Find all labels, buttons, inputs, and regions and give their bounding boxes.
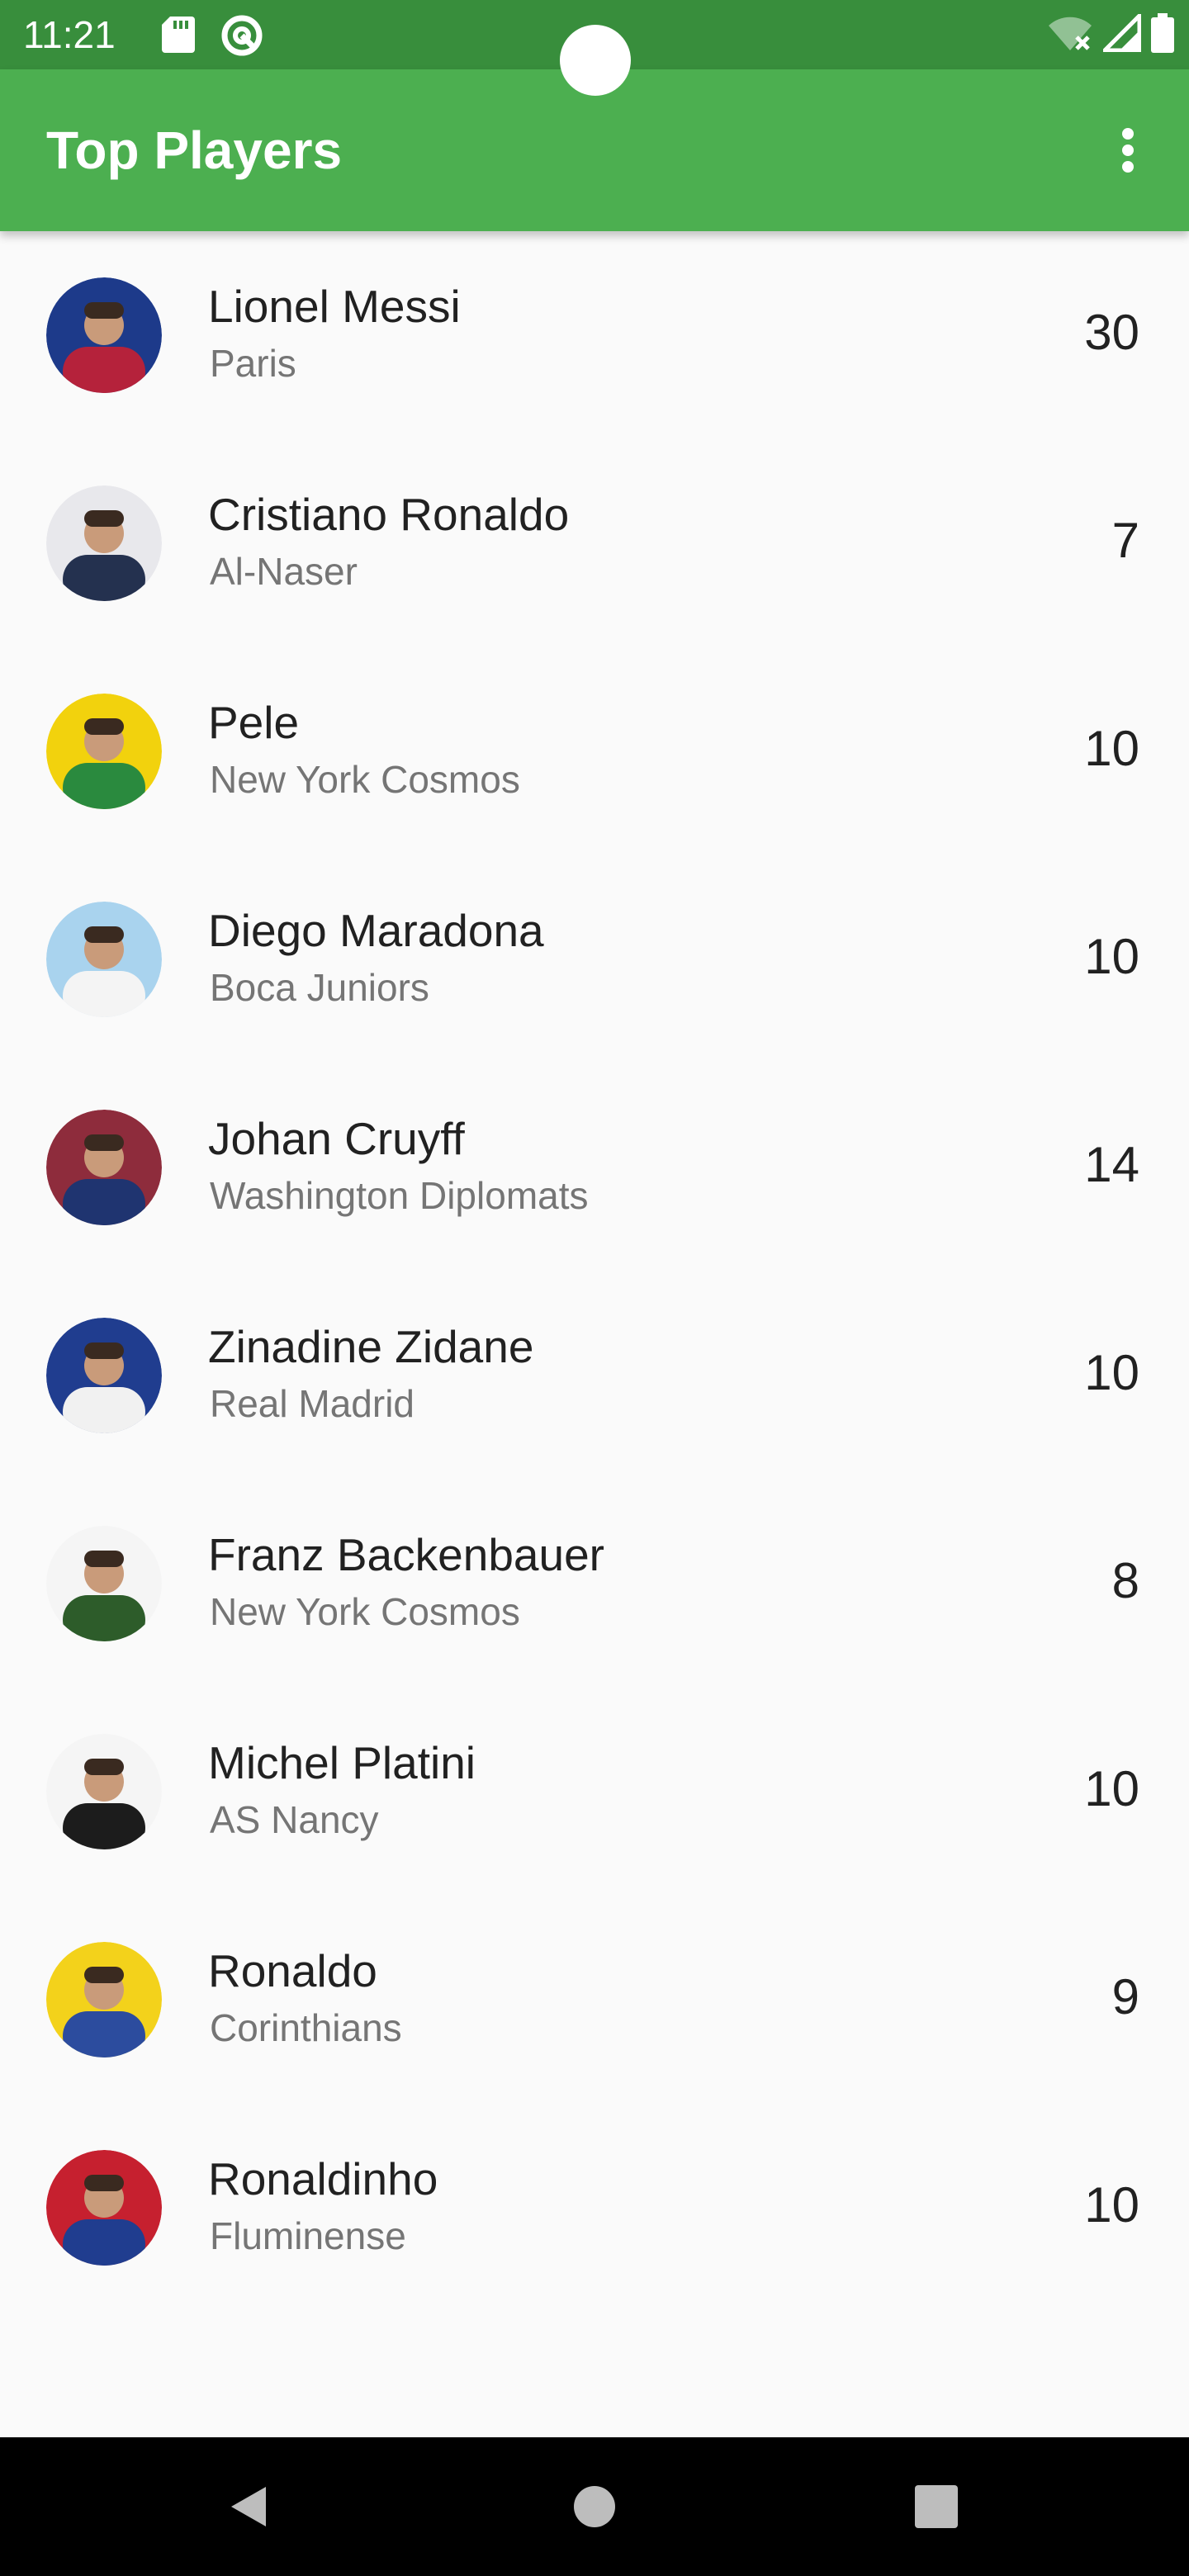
player-name: Michel Platini bbox=[208, 1737, 476, 1788]
recents-button[interactable] bbox=[903, 2474, 969, 2540]
list-item[interactable]: Ronaldo Corinthians 9 bbox=[0, 1896, 1189, 2104]
recents-icon bbox=[915, 2485, 958, 2528]
player-number: 10 bbox=[1084, 1345, 1139, 1400]
app-title: Top Players bbox=[46, 121, 343, 180]
player-number: 30 bbox=[1084, 305, 1139, 360]
list-item[interactable]: Franz Backenbauer New York Cosmos 8 bbox=[0, 1480, 1189, 1688]
player-name: Lionel Messi bbox=[208, 281, 461, 332]
avatar bbox=[46, 2150, 162, 2266]
status-bar: 11:21 bbox=[0, 0, 1189, 96]
sd-card-icon bbox=[162, 17, 195, 53]
at-sign-icon bbox=[220, 13, 264, 58]
player-name: Diego Maradona bbox=[208, 905, 544, 956]
player-number: 8 bbox=[1111, 1553, 1139, 1608]
player-number: 10 bbox=[1084, 929, 1139, 984]
list-item[interactable]: Zinadine Zidane Real Madrid 10 bbox=[0, 1271, 1189, 1480]
player-club: New York Cosmos bbox=[210, 1590, 520, 1633]
avatar bbox=[46, 1734, 162, 1849]
player-name: Cristiano Ronaldo bbox=[208, 489, 570, 540]
status-icons bbox=[1047, 10, 1174, 57]
player-club: AS Nancy bbox=[210, 1798, 379, 1841]
wifi-off-icon bbox=[1047, 14, 1093, 56]
avatar bbox=[46, 485, 162, 601]
player-name: Zinadine Zidane bbox=[208, 1321, 534, 1372]
list-item[interactable]: Ronaldinho Fluminense 10 bbox=[0, 2104, 1189, 2312]
list-item[interactable]: Cristiano Ronaldo Al-Naser 7 bbox=[0, 439, 1189, 647]
player-name: Johan Cruyff bbox=[208, 1113, 465, 1164]
player-name: Pele bbox=[208, 697, 300, 748]
back-button[interactable] bbox=[216, 2474, 282, 2540]
status-time: 11:21 bbox=[23, 13, 116, 56]
home-icon bbox=[574, 2486, 615, 2527]
player-number: 10 bbox=[1084, 1761, 1139, 1816]
avatar bbox=[46, 1318, 162, 1433]
player-club: Boca Juniors bbox=[210, 966, 429, 1009]
battery-icon bbox=[1151, 12, 1174, 57]
more-options-button[interactable] bbox=[1093, 116, 1163, 185]
player-number: 10 bbox=[1084, 2177, 1139, 2233]
avatar bbox=[46, 1942, 162, 2057]
player-club: Washington Diplomats bbox=[210, 1174, 589, 1217]
player-name: Franz Backenbauer bbox=[208, 1529, 604, 1580]
list-item[interactable]: Johan Cruyff Washington Diplomats 14 bbox=[0, 1063, 1189, 1271]
back-icon bbox=[231, 2487, 266, 2526]
player-number: 10 bbox=[1084, 721, 1139, 776]
player-number: 9 bbox=[1111, 1969, 1139, 2024]
player-club: Corinthians bbox=[210, 2006, 402, 2049]
player-club: Al-Naser bbox=[210, 550, 358, 593]
player-club: Paris bbox=[210, 342, 296, 385]
player-club: Fluminense bbox=[210, 2214, 406, 2257]
player-club: New York Cosmos bbox=[210, 758, 520, 801]
list-item[interactable]: Lionel Messi Paris 30 bbox=[0, 231, 1189, 439]
more-vertical-icon bbox=[1122, 128, 1134, 173]
camera-cutout bbox=[560, 25, 631, 96]
list-item[interactable]: Pele New York Cosmos 10 bbox=[0, 647, 1189, 855]
avatar bbox=[46, 902, 162, 1017]
player-club: Real Madrid bbox=[210, 1382, 414, 1425]
player-list: Lionel Messi Paris 30 Cristiano Ronaldo … bbox=[0, 231, 1189, 2312]
avatar bbox=[46, 1110, 162, 1225]
avatar bbox=[46, 694, 162, 809]
navigation-bar bbox=[0, 2437, 1189, 2576]
avatar bbox=[46, 277, 162, 393]
list-item[interactable]: Michel Platini AS Nancy 10 bbox=[0, 1688, 1189, 1896]
home-button[interactable] bbox=[561, 2474, 628, 2540]
player-name: Ronaldinho bbox=[208, 2153, 438, 2204]
player-number: 14 bbox=[1084, 1137, 1139, 1192]
player-number: 7 bbox=[1111, 513, 1139, 568]
player-name: Ronaldo bbox=[208, 1945, 377, 1996]
list-item[interactable]: Diego Maradona Boca Juniors 10 bbox=[0, 855, 1189, 1063]
avatar bbox=[46, 1526, 162, 1641]
signal-icon bbox=[1099, 10, 1142, 56]
